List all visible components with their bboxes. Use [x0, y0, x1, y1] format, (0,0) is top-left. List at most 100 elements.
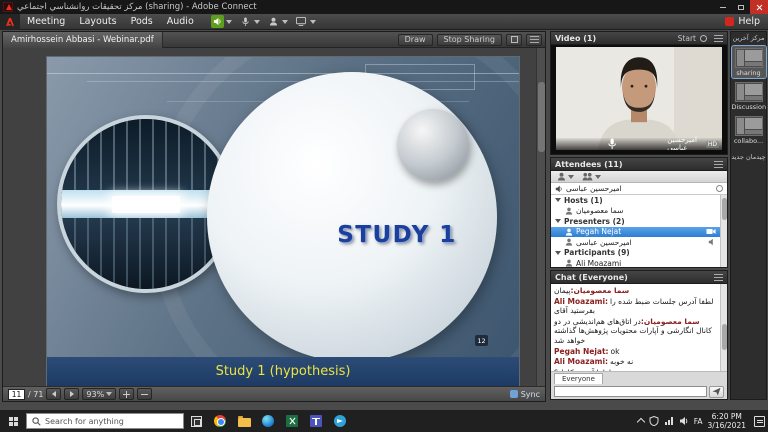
send-message-button[interactable] [709, 386, 724, 398]
fullscreen-button[interactable] [506, 34, 522, 46]
microphone-button[interactable] [239, 15, 260, 28]
previous-page-button[interactable] [46, 388, 61, 400]
video-content: امیرحسین عباسی HD [551, 45, 727, 154]
new-layout-button[interactable]: چیدمان جدید [731, 154, 765, 161]
menu-audio[interactable]: Audio [160, 14, 201, 30]
attendees-scrollbar-thumb[interactable] [722, 198, 727, 220]
help-link[interactable]: Help [738, 16, 760, 27]
start-button[interactable] [0, 410, 26, 432]
pod-menu-icon[interactable] [714, 274, 723, 281]
minimize-button[interactable] [714, 0, 732, 14]
screen-share-icon [295, 15, 308, 28]
speaker-toggle-button[interactable] [211, 15, 232, 28]
teams-icon [310, 415, 322, 427]
page-number-input[interactable] [8, 389, 25, 400]
video-pod: Video (1) Start [550, 31, 728, 155]
attendee-row[interactable]: سما معصومیان [551, 206, 720, 217]
menu-pods[interactable]: Pods [124, 14, 160, 30]
window-title: مركز تحقيقات روانشناسي اجتماعي (sharing)… [17, 2, 257, 12]
attendees-pod: Attendees (11) امیرحسین عباسی [550, 157, 728, 268]
chat-scrollbar[interactable] [720, 284, 727, 371]
layout-collaboration[interactable]: collabo... [732, 114, 766, 146]
hd-badge: HD [706, 141, 719, 148]
next-page-button[interactable] [64, 388, 79, 400]
chat-scrollbar-thumb[interactable] [722, 324, 727, 350]
edge-icon [262, 415, 274, 427]
share-scrollbar[interactable] [536, 48, 545, 386]
presenters-group-label: Presenters (2) [564, 217, 625, 226]
taskbar-chrome[interactable] [208, 410, 232, 432]
share-content: STUDY 1 12 Study 1 (hypothesis) [3, 48, 545, 386]
person-status-icon [267, 15, 280, 28]
person-icon [565, 238, 573, 246]
taskbar-edge[interactable] [256, 410, 280, 432]
task-view-button[interactable] [184, 410, 208, 432]
pod-menu-icon[interactable] [714, 161, 723, 168]
chat-tab-bar: Everyone [551, 371, 727, 384]
attendees-pod-header: Attendees (11) [551, 158, 727, 171]
send-icon [712, 387, 721, 396]
taskbar-file-explorer[interactable] [232, 410, 256, 432]
folder-icon [238, 418, 251, 427]
zoom-out-button[interactable] [137, 388, 152, 400]
microphone-icon [559, 138, 665, 150]
draw-button[interactable]: Draw [398, 34, 433, 46]
minimize-icon [720, 7, 726, 8]
chat-sender: Pegah Nejat: [554, 347, 609, 356]
share-scrollbar-thumb[interactable] [538, 82, 545, 152]
layout-sharing[interactable]: sharing [732, 46, 766, 78]
chat-input[interactable] [554, 386, 707, 397]
layout-thumbnail [735, 82, 763, 102]
presenters-group-row[interactable]: Presenters (2) [551, 216, 720, 227]
close-button[interactable] [750, 0, 768, 14]
chat-message: Ali Moazami:نه خوبه [554, 357, 717, 367]
share-document-tab[interactable]: Amirhossein Abbasi - Webinar.pdf [3, 32, 163, 48]
network-icon[interactable] [664, 416, 674, 426]
menu-layouts[interactable]: Layouts [72, 14, 123, 30]
language-indicator[interactable]: FA [694, 417, 703, 426]
taskbar-search[interactable]: Search for anything [26, 413, 184, 429]
pod-menu-icon[interactable] [714, 35, 723, 42]
breakout-room-view-button[interactable] [582, 172, 601, 181]
stop-sharing-button[interactable]: Stop Sharing [437, 34, 502, 46]
attendee-row-selected[interactable]: Pegah Nejat [551, 227, 720, 238]
taskbar-telegram[interactable] [328, 410, 352, 432]
sync-toggle[interactable]: Sync [510, 390, 540, 399]
sync-icon [510, 390, 518, 398]
attendee-name: Pegah Nejat [576, 227, 621, 236]
volume-icon[interactable] [679, 416, 689, 426]
attendee-status-view-button[interactable] [557, 172, 574, 181]
layout-discussion[interactable]: Discussion [732, 80, 766, 112]
webcam-feed: امیرحسین عباسی HD [556, 47, 722, 150]
video-pod-header: Video (1) Start [551, 32, 727, 45]
attendee-row[interactable]: Ali Moazami [551, 258, 720, 267]
shield-icon[interactable] [649, 416, 659, 426]
search-icon [32, 417, 41, 426]
clear-status-icon[interactable] [716, 185, 723, 192]
zoom-select[interactable]: 93% [82, 388, 116, 400]
participants-group-row[interactable]: Participants (9) [551, 248, 720, 259]
pod-options-button[interactable] [526, 34, 542, 46]
zoom-in-button[interactable] [119, 388, 134, 400]
taskbar-excel[interactable] [280, 410, 304, 432]
start-webcam-button[interactable]: Start [678, 34, 696, 43]
chevron-down-icon [310, 20, 316, 24]
show-hidden-icons[interactable] [637, 418, 645, 426]
taskbar-clock[interactable]: 6:20 PM 3/16/2021 [708, 412, 746, 431]
collapse-icon [555, 219, 561, 223]
tab-everyone[interactable]: Everyone [554, 373, 603, 384]
hosts-group-row[interactable]: Hosts (1) [551, 195, 720, 206]
chat-text: ok [611, 347, 620, 356]
attendees-scrollbar[interactable] [720, 195, 727, 267]
maximize-button[interactable] [732, 0, 750, 14]
chat-message: سما معصومیان:پیمان [554, 286, 717, 296]
attendee-row[interactable]: امیرحسین عباسی [551, 237, 720, 248]
minus-icon [141, 394, 148, 395]
raise-hand-button[interactable] [267, 15, 288, 28]
status-icon [725, 17, 734, 26]
screen-share-button[interactable] [295, 15, 316, 28]
slide-title: STUDY 1 [287, 222, 507, 248]
action-center-icon[interactable] [754, 416, 765, 427]
menu-meeting[interactable]: Meeting [20, 14, 72, 30]
taskbar-teams[interactable] [304, 410, 328, 432]
